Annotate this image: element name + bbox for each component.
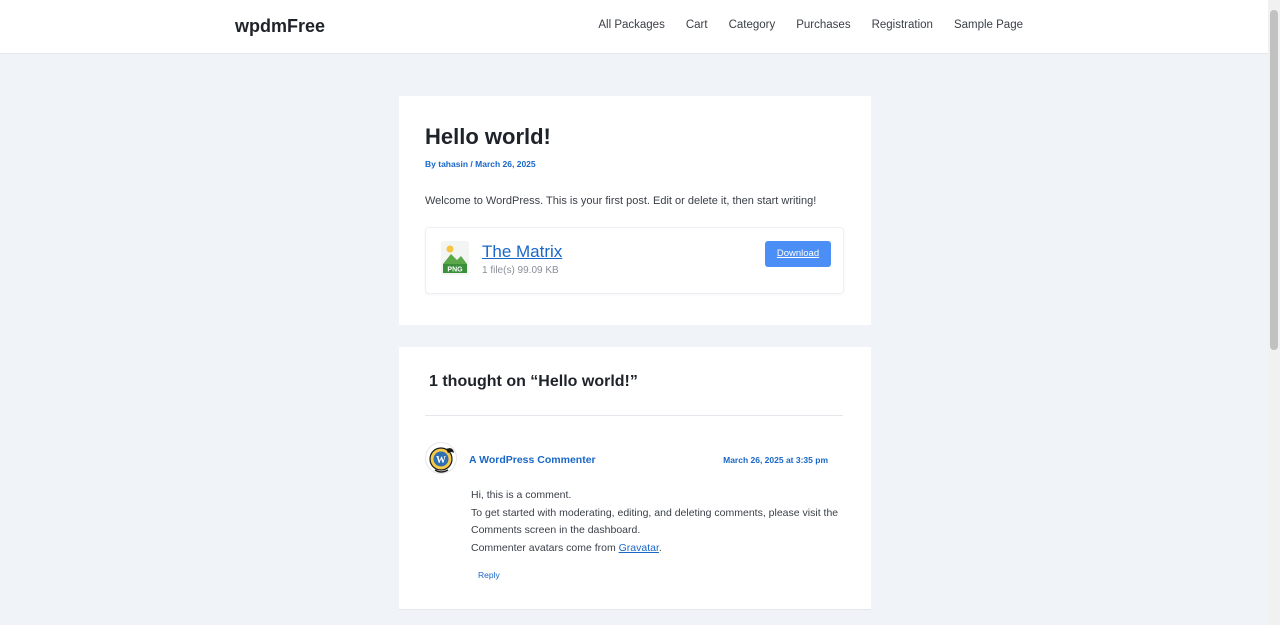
package-file-info: 1 file(s) 99.09 KB: [482, 265, 559, 276]
download-package-card: PNG The Matrix 1 file(s) 99.09 KB Downlo…: [425, 227, 844, 294]
page-scrollbar[interactable]: [1268, 0, 1280, 625]
png-file-icon: PNG: [440, 240, 470, 276]
comments-card: 1 thought on “Hello world!” W A WordPres…: [399, 347, 871, 610]
post-title: Hello world!: [425, 124, 551, 149]
post-card: Hello world! By tahasin / March 26, 2025…: [399, 96, 871, 325]
package-title-link[interactable]: The Matrix: [482, 242, 562, 262]
nav-registration[interactable]: Registration: [872, 19, 933, 31]
gravatar-link[interactable]: Gravatar: [619, 542, 659, 554]
comment-body: Hi, this is a comment. To get started wi…: [471, 487, 841, 557]
comment-line-3-prefix: Commenter avatars come from: [471, 541, 616, 554]
png-icon-label: PNG: [447, 267, 463, 274]
commenter-avatar: W: [425, 442, 457, 474]
nav-sample-page[interactable]: Sample Page: [954, 19, 1023, 31]
comment-line-1: Hi, this is a comment.: [471, 489, 572, 501]
comment-line-2: To get started with moderating, editing,…: [471, 506, 839, 537]
site-header: wpdmFree All Packages Cart Category Purc…: [0, 0, 1268, 54]
comment-line-3: Commenter avatars come from Gravatar.: [471, 540, 841, 558]
post-meta: By tahasin / March 26, 2025: [425, 159, 536, 169]
post-author-link[interactable]: tahasin: [438, 159, 468, 169]
comments-title: 1 thought on “Hello world!”: [429, 373, 638, 390]
nav-all-packages[interactable]: All Packages: [598, 19, 664, 31]
comments-divider: [425, 415, 843, 416]
comment-line-3-suffix: .: [658, 541, 662, 554]
post-date-link[interactable]: March 26, 2025: [475, 159, 535, 169]
main-nav: All Packages Cart Category Purchases Reg…: [598, 19, 1023, 31]
comment-date-link[interactable]: March 26, 2025 at 3:35 pm: [723, 455, 828, 465]
nav-purchases[interactable]: Purchases: [796, 19, 850, 31]
svg-text:W: W: [436, 455, 446, 466]
nav-category[interactable]: Category: [729, 19, 776, 31]
scrollbar-thumb[interactable]: [1270, 10, 1278, 350]
post-body: Welcome to WordPress. This is your first…: [425, 195, 817, 207]
reply-link[interactable]: Reply: [478, 570, 500, 580]
site-title[interactable]: wpdmFree: [235, 16, 325, 37]
nav-cart[interactable]: Cart: [686, 19, 708, 31]
post-author-prefix: By: [425, 159, 436, 169]
comment-author-link[interactable]: A WordPress Commenter: [469, 454, 596, 466]
comments-bottom-divider: [399, 609, 871, 610]
download-button[interactable]: Download: [765, 241, 831, 267]
post-meta-separator: /: [470, 159, 473, 169]
